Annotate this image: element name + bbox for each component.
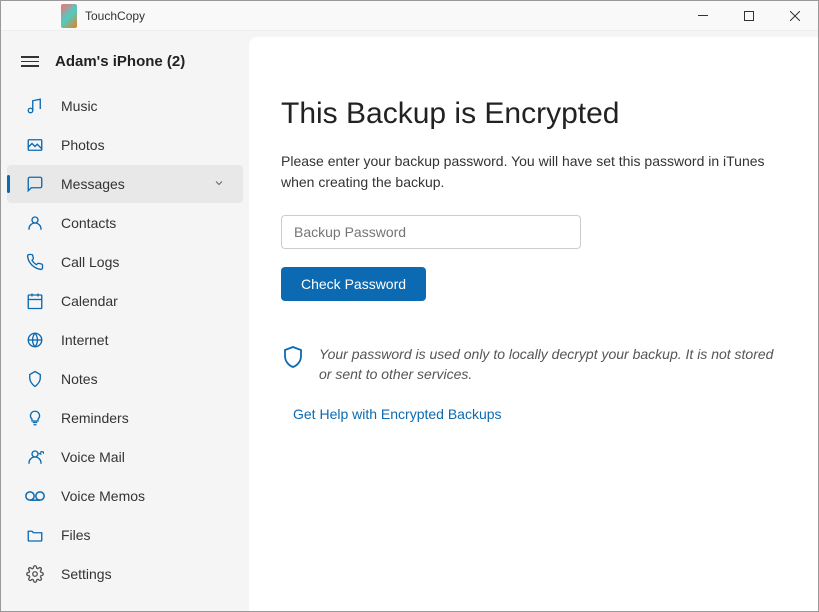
titlebar: TouchCopy (1, 1, 818, 31)
maximize-button[interactable] (726, 1, 772, 31)
info-text: Your password is used only to locally de… (319, 345, 778, 384)
sidebar-item-label: Internet (61, 332, 225, 348)
music-icon (25, 96, 45, 116)
app-title: TouchCopy (85, 9, 145, 23)
lightbulb-icon (25, 408, 45, 428)
phone-icon (25, 252, 45, 272)
photos-icon (25, 135, 45, 155)
sidebar-item-reminders[interactable]: Reminders (7, 399, 243, 437)
backup-password-input[interactable] (281, 215, 581, 249)
sidebar-item-call-logs[interactable]: Call Logs (7, 243, 243, 281)
help-link[interactable]: Get Help with Encrypted Backups (293, 406, 778, 422)
sidebar-item-label: Voice Mail (61, 449, 225, 465)
messages-icon (25, 174, 45, 194)
sidebar-item-settings[interactable]: Settings (7, 555, 243, 593)
sidebar-item-label: Settings (61, 566, 225, 582)
voicememos-icon (25, 486, 45, 506)
sidebar-item-label: Contacts (61, 215, 225, 231)
calendar-icon (25, 291, 45, 311)
page-title: This Backup is Encrypted (281, 97, 778, 131)
close-button[interactable] (772, 1, 818, 31)
globe-icon (25, 330, 45, 350)
sidebar-item-label: Reminders (61, 410, 225, 426)
sidebar-item-files[interactable]: Files (7, 516, 243, 554)
sidebar-item-label: Notes (61, 371, 225, 387)
device-name: Adam's iPhone (2) (55, 53, 185, 70)
check-password-button[interactable]: Check Password (281, 267, 426, 301)
voicemail-icon (25, 447, 45, 467)
app-icon (61, 4, 77, 28)
minimize-button[interactable] (680, 1, 726, 31)
notes-icon (25, 369, 45, 389)
maximize-icon (744, 11, 754, 21)
sidebar-item-label: Files (61, 527, 225, 543)
sidebar-item-voicememos[interactable]: Voice Memos (7, 477, 243, 515)
sidebar-item-label: Calendar (61, 293, 225, 309)
sidebar-item-music[interactable]: Music (7, 87, 243, 125)
sidebar-item-calendar[interactable]: Calendar (7, 282, 243, 320)
close-icon (790, 11, 800, 21)
shield-icon (281, 345, 305, 374)
page-description: Please enter your backup password. You w… (281, 151, 771, 193)
chevron-down-icon (213, 177, 225, 192)
sidebar-item-messages[interactable]: Messages (7, 165, 243, 203)
sidebar-item-contacts[interactable]: Contacts (7, 204, 243, 242)
sidebar-item-label: Photos (61, 137, 225, 153)
sidebar-item-label: Messages (61, 176, 197, 192)
sidebar: Adam's iPhone (2) Music Photos Messages (1, 31, 249, 611)
sidebar-item-label: Music (61, 98, 225, 114)
sidebar-item-label: Voice Memos (61, 488, 225, 504)
hamburger-menu-button[interactable] (21, 56, 39, 67)
sidebar-item-notes[interactable]: Notes (7, 360, 243, 398)
sidebar-item-internet[interactable]: Internet (7, 321, 243, 359)
sidebar-item-voicemail[interactable]: Voice Mail (7, 438, 243, 476)
contacts-icon (25, 213, 45, 233)
folder-icon (25, 525, 45, 545)
device-header: Adam's iPhone (2) (1, 45, 249, 86)
gear-icon (25, 564, 45, 584)
sidebar-item-label: Call Logs (61, 254, 225, 270)
sidebar-item-photos[interactable]: Photos (7, 126, 243, 164)
minimize-icon (698, 15, 708, 16)
main-content: This Backup is Encrypted Please enter yo… (249, 37, 818, 611)
